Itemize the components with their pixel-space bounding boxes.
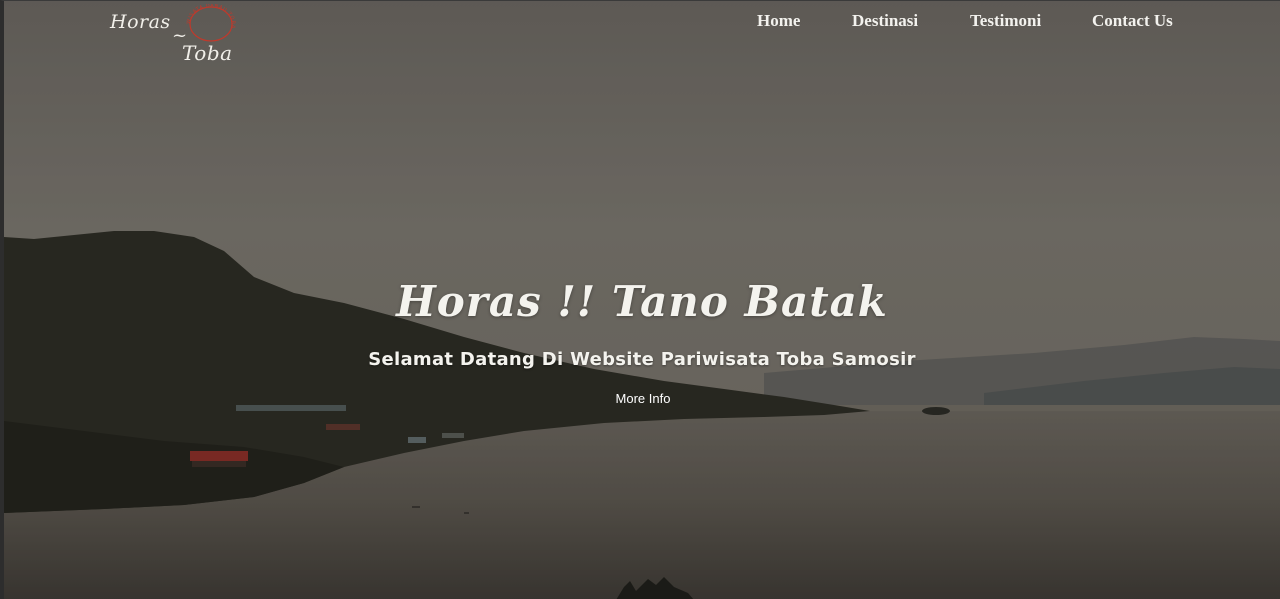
nav-testimoni[interactable]: Testimoni bbox=[970, 11, 1041, 35]
svg-text:WISATA DANAU TOBA: WISATA DANAU TOBA bbox=[186, 4, 236, 29]
nav-home[interactable]: Home bbox=[757, 11, 800, 35]
logo-text-toba: Toba bbox=[182, 41, 233, 65]
nav-destinasi[interactable]: Destinasi bbox=[852, 11, 918, 35]
more-info-button[interactable]: More Info bbox=[602, 389, 684, 409]
logo-ring-emblem: WISATA DANAU TOBA bbox=[186, 4, 236, 42]
nav-contact-us[interactable]: Contact Us bbox=[1092, 11, 1173, 35]
logo-ring-text: WISATA DANAU TOBA bbox=[186, 4, 236, 29]
logo-text-horas: Horas bbox=[110, 11, 171, 33]
browser-viewport: Horas ~ Toba WISATA DANAU TOBA Home Dest… bbox=[0, 0, 1280, 599]
hero-title: Horas !! Tano Batak bbox=[396, 277, 888, 326]
site-logo[interactable]: Horas ~ Toba WISATA DANAU TOBA bbox=[108, 3, 248, 69]
hero-subtitle: Selamat Datang Di Website Pariwisata Tob… bbox=[368, 349, 916, 370]
